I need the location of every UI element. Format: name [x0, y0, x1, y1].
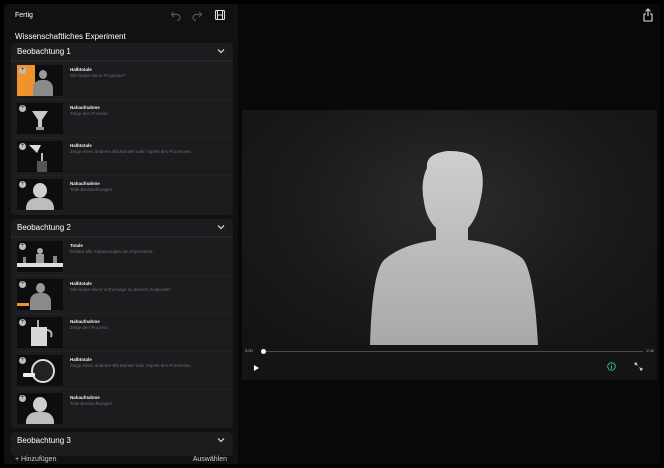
shot-thumbnail: + [17, 103, 63, 134]
shot-item[interactable]: + Nahaufnahme Zeige den Prozess. [11, 313, 233, 351]
shot-subtitle: Zeige einen anderen Blickwinkel oder Asp… [70, 363, 192, 368]
add-icon[interactable]: + [19, 105, 26, 112]
add-button[interactable]: + Hinzufügen [15, 456, 56, 463]
shot-thumbnail: + [17, 65, 63, 96]
add-icon[interactable]: + [19, 357, 26, 364]
shot-subtitle: Wie lautet deine Prognose? [70, 73, 126, 78]
shot-subtitle: Zeige den Prozess. [70, 325, 109, 330]
redo-icon[interactable] [190, 9, 204, 23]
shot-subtitle: Teile Beobachtungen. [70, 401, 114, 406]
chevron-down-icon[interactable] [216, 46, 226, 56]
shot-thumbnail: + [17, 279, 63, 310]
video-player[interactable] [242, 110, 657, 345]
top-toolbar: Fertig [4, 4, 238, 28]
shot-item[interactable]: + Halbtotale Wie lautet deine Prognose? [11, 61, 233, 99]
select-button[interactable]: Auswählen [193, 456, 227, 463]
shot-thumbnail: + [17, 141, 63, 172]
add-icon[interactable]: + [19, 181, 26, 188]
shot-item[interactable]: + Nahaufnahme Teile Beobachtungen. [11, 389, 233, 427]
sidebar: Fertig Wissenschaftliches Experiment Beo… [4, 4, 238, 464]
shot-subtitle: Zeige einen anderen Blickwinkel oder Asp… [70, 149, 192, 154]
undo-icon[interactable] [169, 9, 183, 23]
add-icon[interactable]: + [19, 319, 26, 326]
person-silhouette [370, 150, 538, 345]
bottom-toolbar: + Hinzufügen Auswählen [4, 456, 238, 464]
app-window: Fertig Wissenschaftliches Experiment Beo… [4, 4, 660, 464]
player-controls: 0:00 2:11 [242, 345, 657, 380]
scrubber-track[interactable] [262, 351, 643, 352]
play-icon[interactable] [254, 365, 259, 371]
section-header[interactable]: Beobachtung 1 [11, 43, 233, 61]
shot-item[interactable]: + Halbtotale Wie lautet deine Vorhersage… [11, 275, 233, 313]
add-icon[interactable]: + [19, 395, 26, 402]
section-beobachtung-3: Beobachtung 3 [11, 432, 233, 456]
shot-item[interactable]: + Nahaufnahme Teile Beobachtungen. [11, 175, 233, 213]
chevron-down-icon[interactable] [216, 435, 226, 445]
chevron-down-icon[interactable] [216, 222, 226, 232]
shot-subtitle: Wie lautet deine Vorhersage zu diesem Ze… [70, 287, 171, 292]
section-title: Beobachtung 1 [17, 47, 71, 56]
section-title: Beobachtung 3 [17, 436, 71, 445]
shot-item[interactable]: + Halbtotale Zeige einen anderen Blickwi… [11, 351, 233, 389]
done-button[interactable]: Fertig [15, 12, 33, 19]
info-icon[interactable] [607, 362, 616, 371]
scrubber-knob[interactable] [261, 349, 266, 354]
shot-item[interactable]: + Nahaufnahme Zeige den Prozess. [11, 99, 233, 137]
expand-icon[interactable] [634, 362, 643, 371]
project-title: Wissenschaftliches Experiment [15, 32, 126, 41]
share-icon[interactable] [642, 8, 654, 22]
shot-thumbnail: + [17, 317, 63, 348]
shot-thumbnail: + [17, 179, 63, 210]
shot-subtitle: Erkläre alle Anpassungen am Experiment. [70, 249, 154, 254]
shot-subtitle: Zeige den Prozess. [70, 111, 109, 116]
current-time: 0:00 [245, 348, 253, 353]
film-icon[interactable] [213, 9, 227, 23]
shot-thumbnail: + [17, 355, 63, 386]
shot-thumbnail: + [17, 241, 63, 272]
shot-subtitle: Teile Beobachtungen. [70, 187, 114, 192]
section-header[interactable]: Beobachtung 3 [11, 432, 233, 449]
section-header[interactable]: Beobachtung 2 [11, 219, 233, 237]
add-icon[interactable]: + [19, 67, 26, 74]
duration: 2:11 [646, 348, 655, 353]
shot-item[interactable]: + Halbtotale Zeige einen anderen Blickwi… [11, 137, 233, 175]
add-icon[interactable]: + [19, 243, 26, 250]
add-icon[interactable]: + [19, 143, 26, 150]
add-label: Hinzufügen [21, 456, 57, 463]
section-title: Beobachtung 2 [17, 223, 71, 232]
add-icon[interactable]: + [19, 281, 26, 288]
preview-pane: 0:00 2:11 [238, 4, 660, 464]
shot-item[interactable]: + Totale Erkläre alle Anpassungen am Exp… [11, 237, 233, 275]
section-beobachtung-1: Beobachtung 1 + Halbtotale Wie lautet de… [11, 43, 233, 215]
section-beobachtung-2: Beobachtung 2 + Totale Erkläre alle Anpa… [11, 219, 233, 428]
shot-thumbnail: + [17, 393, 63, 424]
